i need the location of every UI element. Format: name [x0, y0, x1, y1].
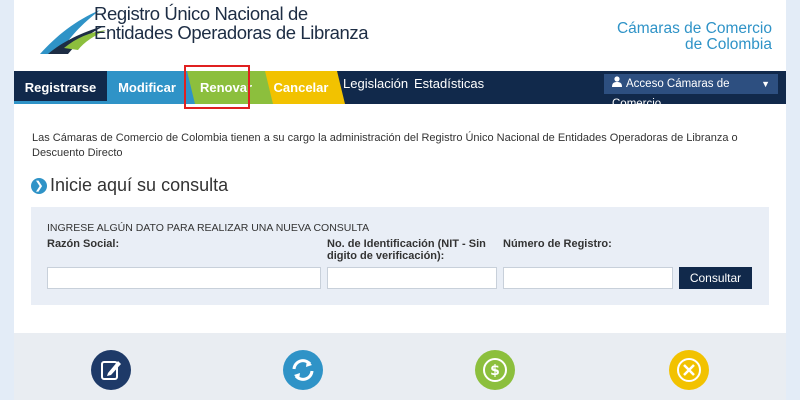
page: Registro Único Nacional de Entidades Ope…: [14, 0, 786, 400]
nav-modify-button[interactable]: Modificar: [107, 71, 195, 104]
site-title-line2: Entidades Operadoras de Libranza: [94, 22, 369, 43]
nit-label: No. de Identificación (NIT - Sin digito …: [327, 238, 486, 262]
razon-social-input[interactable]: [47, 267, 321, 289]
dollar-icon[interactable]: $: [475, 350, 515, 390]
consult-title-text: Inicie aquí su consulta: [50, 175, 229, 195]
nit-input[interactable]: [327, 267, 497, 289]
chambers-line1: Cámaras de Comercio: [616, 20, 772, 37]
header: Registro Único Nacional de Entidades Ope…: [14, 0, 786, 70]
registro-input[interactable]: [503, 267, 673, 289]
site-title-line1: Registro Único Nacional de: [94, 3, 308, 24]
access-dropdown[interactable]: Acceso Cámaras de Comercio ▼: [604, 74, 778, 110]
cancel-icon[interactable]: [669, 350, 709, 390]
user-icon: [612, 74, 622, 94]
edit-icon[interactable]: [91, 350, 131, 390]
search-heading: INGRESE ALGÚN DATO PARA REALIZAR UNA NUE…: [47, 222, 370, 234]
nav-register-button[interactable]: Registrarse: [14, 71, 107, 104]
renew-highlight-box: [184, 65, 250, 109]
main-nav: Registrarse Modificar Renovar Cancelar L…: [14, 71, 786, 110]
chevron-right-icon: ❯: [31, 178, 47, 194]
chambers-link[interactable]: Cámaras de Comercio de Colombia: [617, 21, 772, 53]
razon-social-label: Razón Social:: [47, 238, 120, 250]
chevron-down-icon: ▼: [761, 79, 770, 89]
svg-text:$: $: [490, 363, 500, 379]
refresh-icon[interactable]: [283, 350, 323, 390]
intro-text: Las Cámaras de Comercio de Colombia tien…: [32, 132, 738, 159]
nav-legislation-link[interactable]: Legislación: [343, 71, 408, 101]
site-title: Registro Único Nacional de Entidades Ope…: [94, 3, 369, 43]
consult-title: ❯ Inicie aquí su consulta: [31, 175, 228, 196]
registro-label: Número de Registro:: [503, 238, 612, 250]
consult-button[interactable]: Consultar: [679, 267, 752, 289]
nav-cancel-button[interactable]: Cancelar: [265, 71, 345, 104]
access-label: Acceso Cámaras de Comercio: [612, 78, 730, 111]
search-form: INGRESE ALGÚN DATO PARA REALIZAR UNA NUE…: [31, 207, 769, 305]
nav-statistics-link[interactable]: Estadísticas: [414, 71, 484, 101]
chambers-line2: de Colombia: [684, 36, 772, 53]
feature-band: $: [14, 333, 786, 400]
